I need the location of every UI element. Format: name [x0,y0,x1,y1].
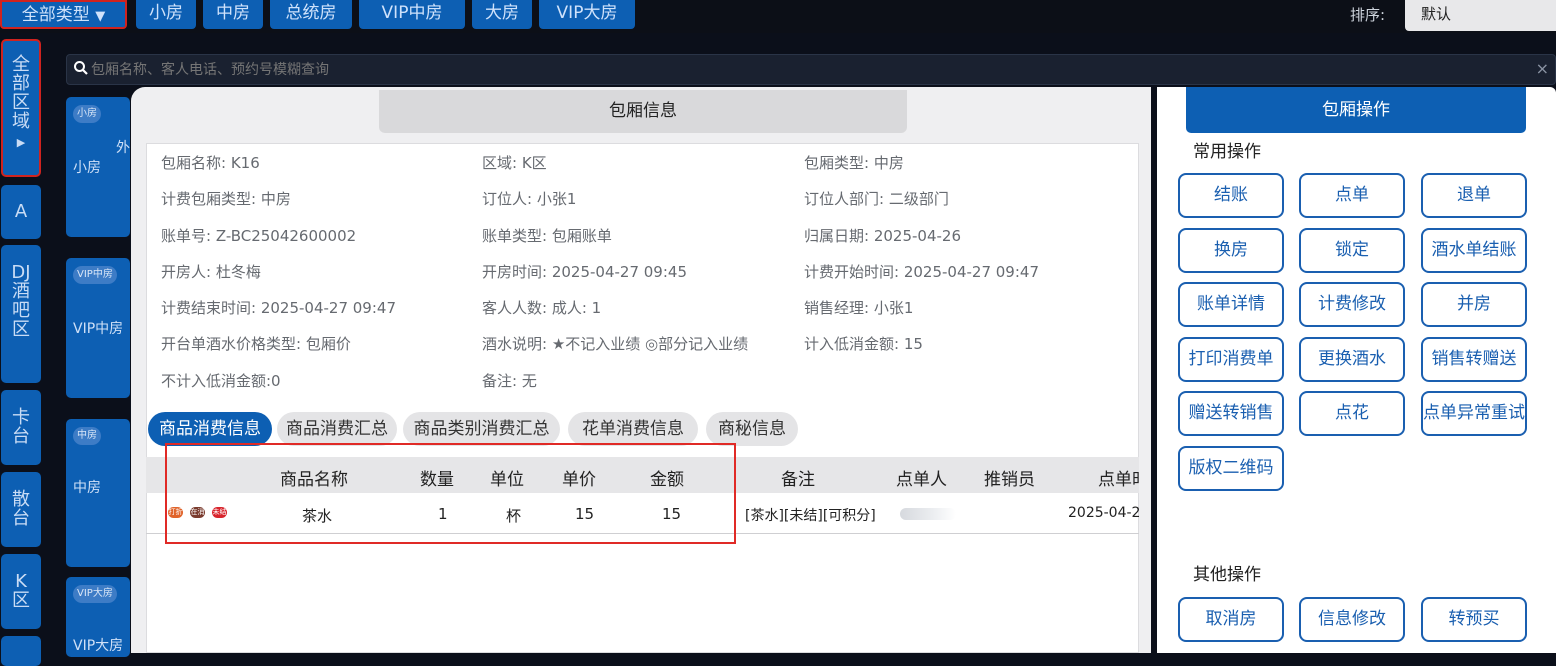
field-sales-manager: 销售经理: 小张1 [804,299,914,317]
tab-category-summary[interactable]: 商品类别消费汇总 [403,412,560,446]
field-area: 区域: K区 [482,154,547,172]
field-booker-dept: 订位人部门: 二级部门 [804,190,949,208]
cancel-room-button[interactable]: 取消房 [1178,597,1284,642]
zone-dj-label: DJ酒吧区 [11,262,31,340]
search-input[interactable] [91,58,1491,82]
zone-k-label: K区 [12,571,30,611]
col-header-orderer: 点单人 [896,470,947,490]
gift-to-sale-button[interactable]: 赠送转销售 [1178,391,1284,436]
room-type-tag: 小房 [73,105,101,123]
type-tab-large[interactable]: 大房 [472,0,532,29]
field-remark: 备注: 无 [482,372,537,390]
type-tab-small[interactable]: 小房 [136,0,196,29]
zone-card-label: 卡台 [12,407,30,447]
room-type-name: VIP大房 [73,638,124,654]
room-info-body [146,143,1139,653]
zone-loose-table[interactable]: 散台 [1,472,41,547]
top-bar: 全部类型 ▼ 小房 中房 总统房 VIP中房 大房 VIP大房 排序: 默认 [0,0,1556,33]
clear-search-icon[interactable]: × [1536,59,1549,78]
search-icon [74,61,88,75]
zone-all[interactable]: 全部区域 ▶ [1,39,41,177]
zone-all-label: 全部区域 [12,54,30,132]
field-drink-note: 酒水说明: ★不记入业绩 ◎部分记入业绩 [482,335,749,353]
retry-order-button[interactable]: 点单异常重试 [1421,391,1527,436]
room-type-name: 小房 [73,160,101,176]
type-tab-vip-large[interactable]: VIP大房 [539,0,635,29]
field-guest-count: 客人人数: 成人: 1 [482,299,602,317]
col-header-promoter: 推销员 [984,470,1035,490]
sort-label: 排序: [1350,6,1386,24]
zone-k[interactable]: K区 [1,554,41,629]
lock-button[interactable]: 锁定 [1299,228,1405,273]
room-card[interactable]: VIP中房 VIP中房 [66,258,130,398]
sale-to-gift-button[interactable]: 销售转赠送 [1421,337,1527,382]
field-belong-date: 归属日期: 2025-04-26 [804,227,961,245]
order-button[interactable]: 点单 [1299,173,1405,218]
field-min-excluded: 不计入低消金额:0 [161,372,281,390]
zone-more[interactable] [1,636,41,666]
to-prepurchase-button[interactable]: 转预买 [1421,597,1527,642]
chevron-down-icon: ▼ [95,9,106,24]
copyright-qr-button[interactable]: 版权二维码 [1178,446,1284,491]
room-type-name: VIP中房 [73,321,124,337]
other-ops-label: 其他操作 [1193,565,1261,585]
field-billing-start: 计费开始时间: 2025-04-27 09:47 [804,263,1039,281]
search-bar: × [66,54,1556,85]
highlight-box [165,443,736,544]
cell-orderer-blurred [900,508,956,520]
cell-note: [茶水][未结][可积分] [745,508,876,524]
order-flower-button[interactable]: 点花 [1299,391,1405,436]
type-tab-medium[interactable]: 中房 [203,0,263,29]
zone-loose-label: 散台 [12,489,30,529]
room-card[interactable]: VIP大房 VIP大房 [66,577,130,657]
cell-time: 2025-04-27 [1068,505,1139,521]
type-filter-dropdown[interactable]: 全部类型 ▼ [0,0,127,29]
room-type-tag: VIP中房 [73,266,117,284]
col-header-time: 点单时 [1098,470,1139,490]
room-info-title: 包厢信息 [379,90,907,133]
zone-card-table[interactable]: 卡台 [1,390,41,465]
tab-item-summary[interactable]: 商品消费汇总 [277,412,397,446]
field-price-type: 开台单酒水价格类型: 包厢价 [161,335,351,353]
room-type-tag: VIP大房 [73,585,117,603]
change-drink-button[interactable]: 更换酒水 [1299,337,1405,382]
print-bill-button[interactable]: 打印消费单 [1178,337,1284,382]
checkout-button[interactable]: 结账 [1178,173,1284,218]
sort-select[interactable]: 默认 [1405,0,1556,31]
field-bill-no: 账单号: Z-BC25042600002 [161,227,357,245]
type-tab-vip-medium[interactable]: VIP中房 [359,0,465,29]
change-room-button[interactable]: 换房 [1178,228,1284,273]
tab-secretary-info[interactable]: 商秘信息 [706,412,798,446]
bill-detail-button[interactable]: 账单详情 [1178,282,1284,327]
field-room-name: 包厢名称: K16 [161,154,260,172]
merge-room-button[interactable]: 并房 [1421,282,1527,327]
edit-info-button[interactable]: 信息修改 [1299,597,1405,642]
billing-edit-button[interactable]: 计费修改 [1299,282,1405,327]
field-bill-type: 账单类型: 包厢账单 [482,227,612,245]
type-filter-label: 全部类型 [21,5,90,25]
drink-checkout-button[interactable]: 酒水单结账 [1421,228,1527,273]
return-order-button[interactable]: 退单 [1421,173,1527,218]
caret-right-icon: ▶ [16,136,26,149]
type-tab-presidential[interactable]: 总统房 [270,0,352,29]
room-extra-text: 外 [116,140,130,156]
field-billing-room-type: 计费包厢类型: 中房 [161,190,291,208]
tab-item-consumption[interactable]: 商品消费信息 [148,412,272,446]
field-billing-end: 计费结束时间: 2025-04-27 09:47 [161,299,396,317]
field-min-included: 计入低消金额: 15 [804,335,923,353]
room-type-tag: 中房 [73,427,101,445]
zone-dj-bar[interactable]: DJ酒吧区 [1,245,41,383]
tab-flower-consumption[interactable]: 花单消费信息 [568,412,698,446]
room-card[interactable]: 小房 外 小房 [66,97,130,237]
field-room-type: 包厢类型: 中房 [804,154,904,172]
col-header-note: 备注 [781,470,815,490]
room-type-name: 中房 [73,480,101,496]
field-booker: 订位人: 小张1 [482,190,577,208]
zone-a[interactable]: A [1,185,41,239]
common-ops-label: 常用操作 [1193,142,1261,162]
room-card[interactable]: 中房 中房 [66,419,130,567]
room-ops-title: 包厢操作 [1186,87,1526,133]
field-open-time: 开房时间: 2025-04-27 09:45 [482,263,687,281]
field-opener: 开房人: 杜冬梅 [161,263,261,281]
